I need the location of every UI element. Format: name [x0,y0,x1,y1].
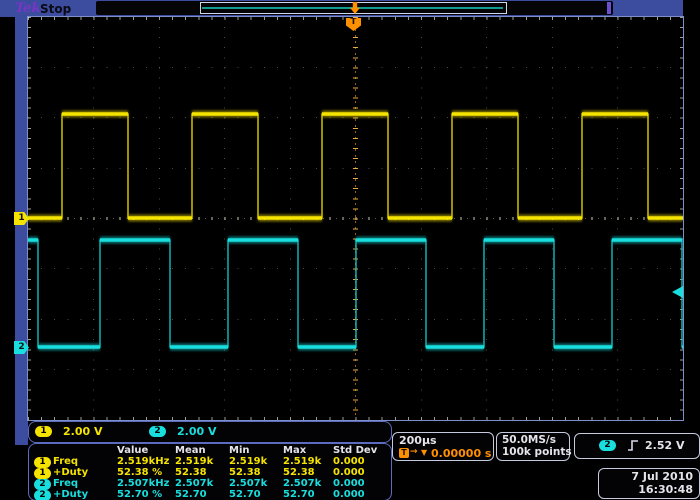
meas-min: 2.519k [229,456,267,467]
ch2-scale-readout[interactable]: 2.00 V [177,425,216,438]
datetime-readout: 7 Jul 2010 16:30:48 [598,468,700,499]
meas-name: Freq [53,478,78,489]
meas-stddev: 0.000 [333,478,365,489]
meas-stddev: 0.000 [333,489,365,500]
ch1-badge[interactable]: 1 [35,426,52,437]
left-chrome-strip [15,17,28,445]
meas-name: +Duty [53,467,88,478]
rising-edge-icon [627,439,639,452]
meas-min: 52.38 [229,467,261,478]
ch1-waveform [28,114,683,218]
meas-value: 2.507kHz [117,478,169,489]
meas-row-badge: 2 [34,479,51,490]
meas-name: +Duty [53,489,88,500]
col-header-stddev: Std Dev [333,445,377,456]
trigger-position-value: 0.00000 s [431,447,491,460]
triangle-down-icon: ▼ [421,448,427,457]
acquisition-readout[interactable]: 50.0MS/s 100k points [496,432,570,461]
ch2-badge[interactable]: 2 [149,426,166,437]
record-view-bar[interactable] [96,1,613,15]
col-header-value: Value [117,445,148,456]
trigger-source-badge: 2 [599,440,616,451]
top-status-bar: Tek Stop [0,0,683,17]
meas-max: 52.38 [283,467,315,478]
trigger-level-value: 2.52 V [645,439,684,452]
meas-max: 2.519k [283,456,321,467]
record-length: 100k points [502,446,572,458]
graticule [28,17,683,420]
meas-max: 2.507k [283,478,321,489]
meas-min: 52.70 [229,489,261,500]
meas-mean: 2.519k [175,456,213,467]
meas-row-badge: 1 [34,468,51,479]
meas-mean: 52.70 [175,489,207,500]
col-header-mean: Mean [175,445,206,456]
trigger-readout[interactable]: 2 2.52 V [574,433,700,459]
acquisition-state-label: Stop [40,2,71,16]
horizontal-timebase-readout[interactable]: 200µs T → ▼ 0.00000 s [392,432,494,461]
meas-stddev: 0.000 [333,456,365,467]
trigger-T-icon: T [399,448,409,458]
time-label: 16:30:48 [638,483,693,496]
col-header-min: Min [229,445,250,456]
meas-value: 52.38 % [117,467,162,478]
meas-min: 2.507k [229,478,267,489]
meas-max: 52.70 [283,489,315,500]
col-header-max: Max [283,445,306,456]
meas-row-badge: 2 [34,490,51,500]
tek-logo: Tek [15,1,40,16]
channel-scale-bar: 1 2.00 V 2 2.00 V [28,421,392,443]
ch1-scale-readout[interactable]: 2.00 V [63,425,102,438]
meas-row-badge: 1 [34,457,51,468]
ch2-waveform [28,240,683,347]
date-label: 7 Jul 2010 [631,470,693,483]
meas-value: 2.519kHz [117,456,169,467]
measurement-table: Value Mean Min Max Std Dev 1 Freq 2.519k… [28,443,392,500]
record-end-cap [607,2,611,14]
timebase-scale: 200µs [399,434,437,447]
oscilloscope-screen: Tek Stop [0,0,700,500]
meas-stddev: 0.000 [333,467,365,478]
arrow-right-icon: → [410,447,418,457]
sample-rate: 50.0MS/s [502,434,556,446]
meas-mean: 52.38 [175,467,207,478]
meas-value: 52.70 % [117,489,162,500]
meas-mean: 2.507k [175,478,213,489]
waveform-canvas [28,17,683,420]
meas-name: Freq [53,456,78,467]
